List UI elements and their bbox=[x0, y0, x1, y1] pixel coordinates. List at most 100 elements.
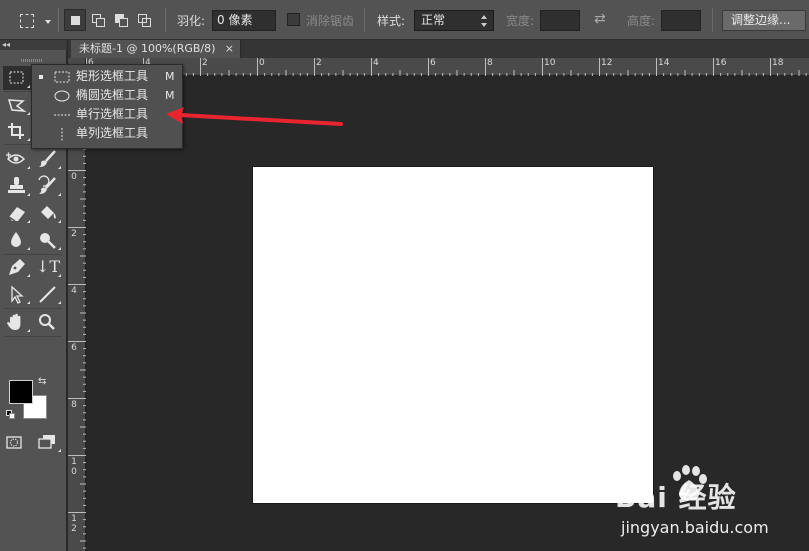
baidu-jingyan-watermark: Bai 经验 jingyan.baidu.com bbox=[615, 462, 805, 548]
spot-healing-tool[interactable] bbox=[3, 147, 31, 171]
flyout-triangle-icon bbox=[58, 247, 61, 250]
screen-mode-toggle[interactable] bbox=[34, 430, 62, 454]
lasso-tool[interactable] bbox=[3, 93, 31, 117]
panel-grip[interactable] bbox=[0, 50, 67, 62]
divider bbox=[58, 8, 59, 32]
select-arrows-icon bbox=[481, 15, 488, 27]
zoom-icon bbox=[39, 314, 55, 330]
flyout-item-label: 矩形选框工具 bbox=[76, 69, 149, 83]
flyout-triangle-icon bbox=[58, 301, 61, 304]
ruler-label: 1 0 bbox=[71, 457, 77, 477]
paint-bucket-tool[interactable] bbox=[34, 201, 62, 225]
ruler-label: 0 bbox=[259, 58, 265, 68]
flyout-triangle-icon bbox=[58, 193, 61, 196]
pen-tool[interactable] bbox=[3, 255, 31, 279]
width-label: 宽度: bbox=[506, 14, 535, 28]
ruler-label: 2 bbox=[202, 58, 208, 68]
flyout-item-shortcut: M bbox=[165, 70, 175, 83]
flyout-item-rectangular-marquee[interactable]: 矩形选框工具 M bbox=[32, 67, 182, 86]
ruler-label: 2 bbox=[71, 229, 77, 239]
subtract-selection-icon-part bbox=[119, 18, 128, 27]
divider bbox=[4, 336, 62, 337]
options-bar: 羽化: 0 像素 消除锯齿 样式: 正常 宽度: ⇄ 高度: 调整边缘... bbox=[0, 0, 809, 40]
flyout-triangle-icon bbox=[58, 449, 61, 452]
add-selection-icon-part bbox=[96, 18, 105, 27]
history-brush-tool[interactable] bbox=[34, 174, 62, 198]
type-tool[interactable]: ↓T bbox=[34, 255, 62, 279]
ruler-label: 1 2 bbox=[71, 514, 77, 534]
ruler-label: 4 bbox=[373, 58, 379, 68]
swap-dimensions-icon[interactable]: ⇄ bbox=[594, 11, 606, 27]
watermark-brand: Bai 经验 bbox=[615, 481, 737, 514]
quick-mask-button[interactable] bbox=[3, 389, 25, 411]
add-to-selection-button[interactable] bbox=[87, 9, 109, 31]
single-column-marquee-icon bbox=[61, 128, 63, 142]
flyout-triangle-icon bbox=[27, 220, 30, 223]
marquee-tool[interactable] bbox=[3, 66, 31, 90]
current-tool-bullet bbox=[39, 75, 43, 79]
vertical-type-icon: ↓T bbox=[35, 257, 61, 276]
flyout-triangle-icon bbox=[27, 301, 30, 304]
flyout-triangle-icon bbox=[27, 166, 30, 169]
quick-mask-toggle[interactable] bbox=[1, 430, 29, 454]
ruler-label: 4 bbox=[71, 286, 77, 296]
new-selection-button[interactable] bbox=[64, 9, 86, 31]
default-colors-icon[interactable] bbox=[6, 410, 16, 420]
hand-tool[interactable] bbox=[3, 310, 31, 334]
flyout-item-elliptical-marquee[interactable]: 椭圆选框工具 M bbox=[32, 86, 182, 105]
zoom-tool[interactable] bbox=[34, 310, 62, 334]
flyout-triangle-icon bbox=[58, 220, 61, 223]
new-selection-icon bbox=[71, 16, 80, 25]
brush-tool[interactable] bbox=[34, 147, 62, 171]
dodge-tool[interactable] bbox=[34, 228, 62, 252]
horizontal-ruler[interactable]: 6 4 2 0 2 4 6 8 10 12 14 16 18 bbox=[86, 58, 809, 76]
eraser-tool[interactable] bbox=[3, 201, 31, 225]
divider bbox=[364, 8, 365, 32]
feather-input[interactable]: 0 像素 bbox=[212, 10, 276, 31]
flyout-triangle-icon bbox=[27, 112, 30, 115]
subtract-from-selection-button[interactable] bbox=[110, 9, 132, 31]
document-tab[interactable]: 未标题-1 @ 100%(RGB/8) × bbox=[71, 40, 241, 58]
close-icon[interactable]: × bbox=[225, 40, 234, 58]
document-canvas[interactable] bbox=[253, 167, 653, 503]
crop-tool[interactable] bbox=[3, 119, 31, 143]
collapse-panel-icon[interactable]: ◂◂ bbox=[0, 40, 67, 50]
height-input[interactable] bbox=[661, 10, 701, 31]
ruler-label: 8 bbox=[487, 58, 493, 68]
quick-mask-icon bbox=[6, 436, 22, 449]
divider bbox=[165, 8, 166, 32]
swap-colors-icon[interactable]: ⇆ bbox=[38, 376, 46, 387]
divider bbox=[712, 8, 713, 32]
ruler-label: 12 bbox=[601, 58, 613, 68]
width-input[interactable] bbox=[540, 10, 580, 31]
line-tool[interactable] bbox=[34, 282, 62, 306]
flyout-item-label: 单列选框工具 bbox=[76, 126, 149, 140]
flyout-triangle-icon bbox=[27, 193, 30, 196]
antialias-checkbox[interactable] bbox=[287, 13, 300, 26]
intersect-selection-icon-part bbox=[142, 18, 151, 27]
elliptical-marquee-icon bbox=[54, 90, 70, 102]
path-selection-tool[interactable] bbox=[3, 282, 31, 306]
ruler-label: 6 bbox=[430, 58, 436, 68]
tool-preset-picker[interactable] bbox=[16, 11, 56, 31]
blur-tool[interactable] bbox=[3, 228, 31, 252]
document-tab-title: 未标题-1 @ 100%(RGB/8) bbox=[79, 42, 216, 55]
clone-stamp-tool[interactable] bbox=[3, 174, 31, 198]
ruler-label: 16 bbox=[715, 58, 727, 68]
flyout-triangle-icon bbox=[27, 85, 30, 88]
rectangular-marquee-icon bbox=[20, 14, 34, 28]
intersect-selection-button[interactable] bbox=[133, 9, 155, 31]
flyout-triangle-icon bbox=[58, 166, 61, 169]
style-select[interactable]: 正常 bbox=[414, 10, 494, 31]
document-tab-bar: 未标题-1 @ 100%(RGB/8) × bbox=[68, 40, 809, 58]
rectangular-marquee-icon bbox=[54, 71, 70, 83]
divider bbox=[4, 308, 62, 309]
flyout-triangle-icon bbox=[27, 138, 30, 141]
flyout-triangle-icon bbox=[27, 247, 30, 250]
flyout-triangle-icon bbox=[58, 274, 61, 277]
horizontal-ruler-ticks bbox=[86, 58, 807, 76]
flyout-triangle-icon bbox=[27, 274, 30, 277]
ruler-label: 18 bbox=[772, 58, 784, 68]
flyout-item-shortcut: M bbox=[165, 89, 175, 102]
refine-edge-button[interactable]: 调整边缘... bbox=[722, 10, 806, 31]
